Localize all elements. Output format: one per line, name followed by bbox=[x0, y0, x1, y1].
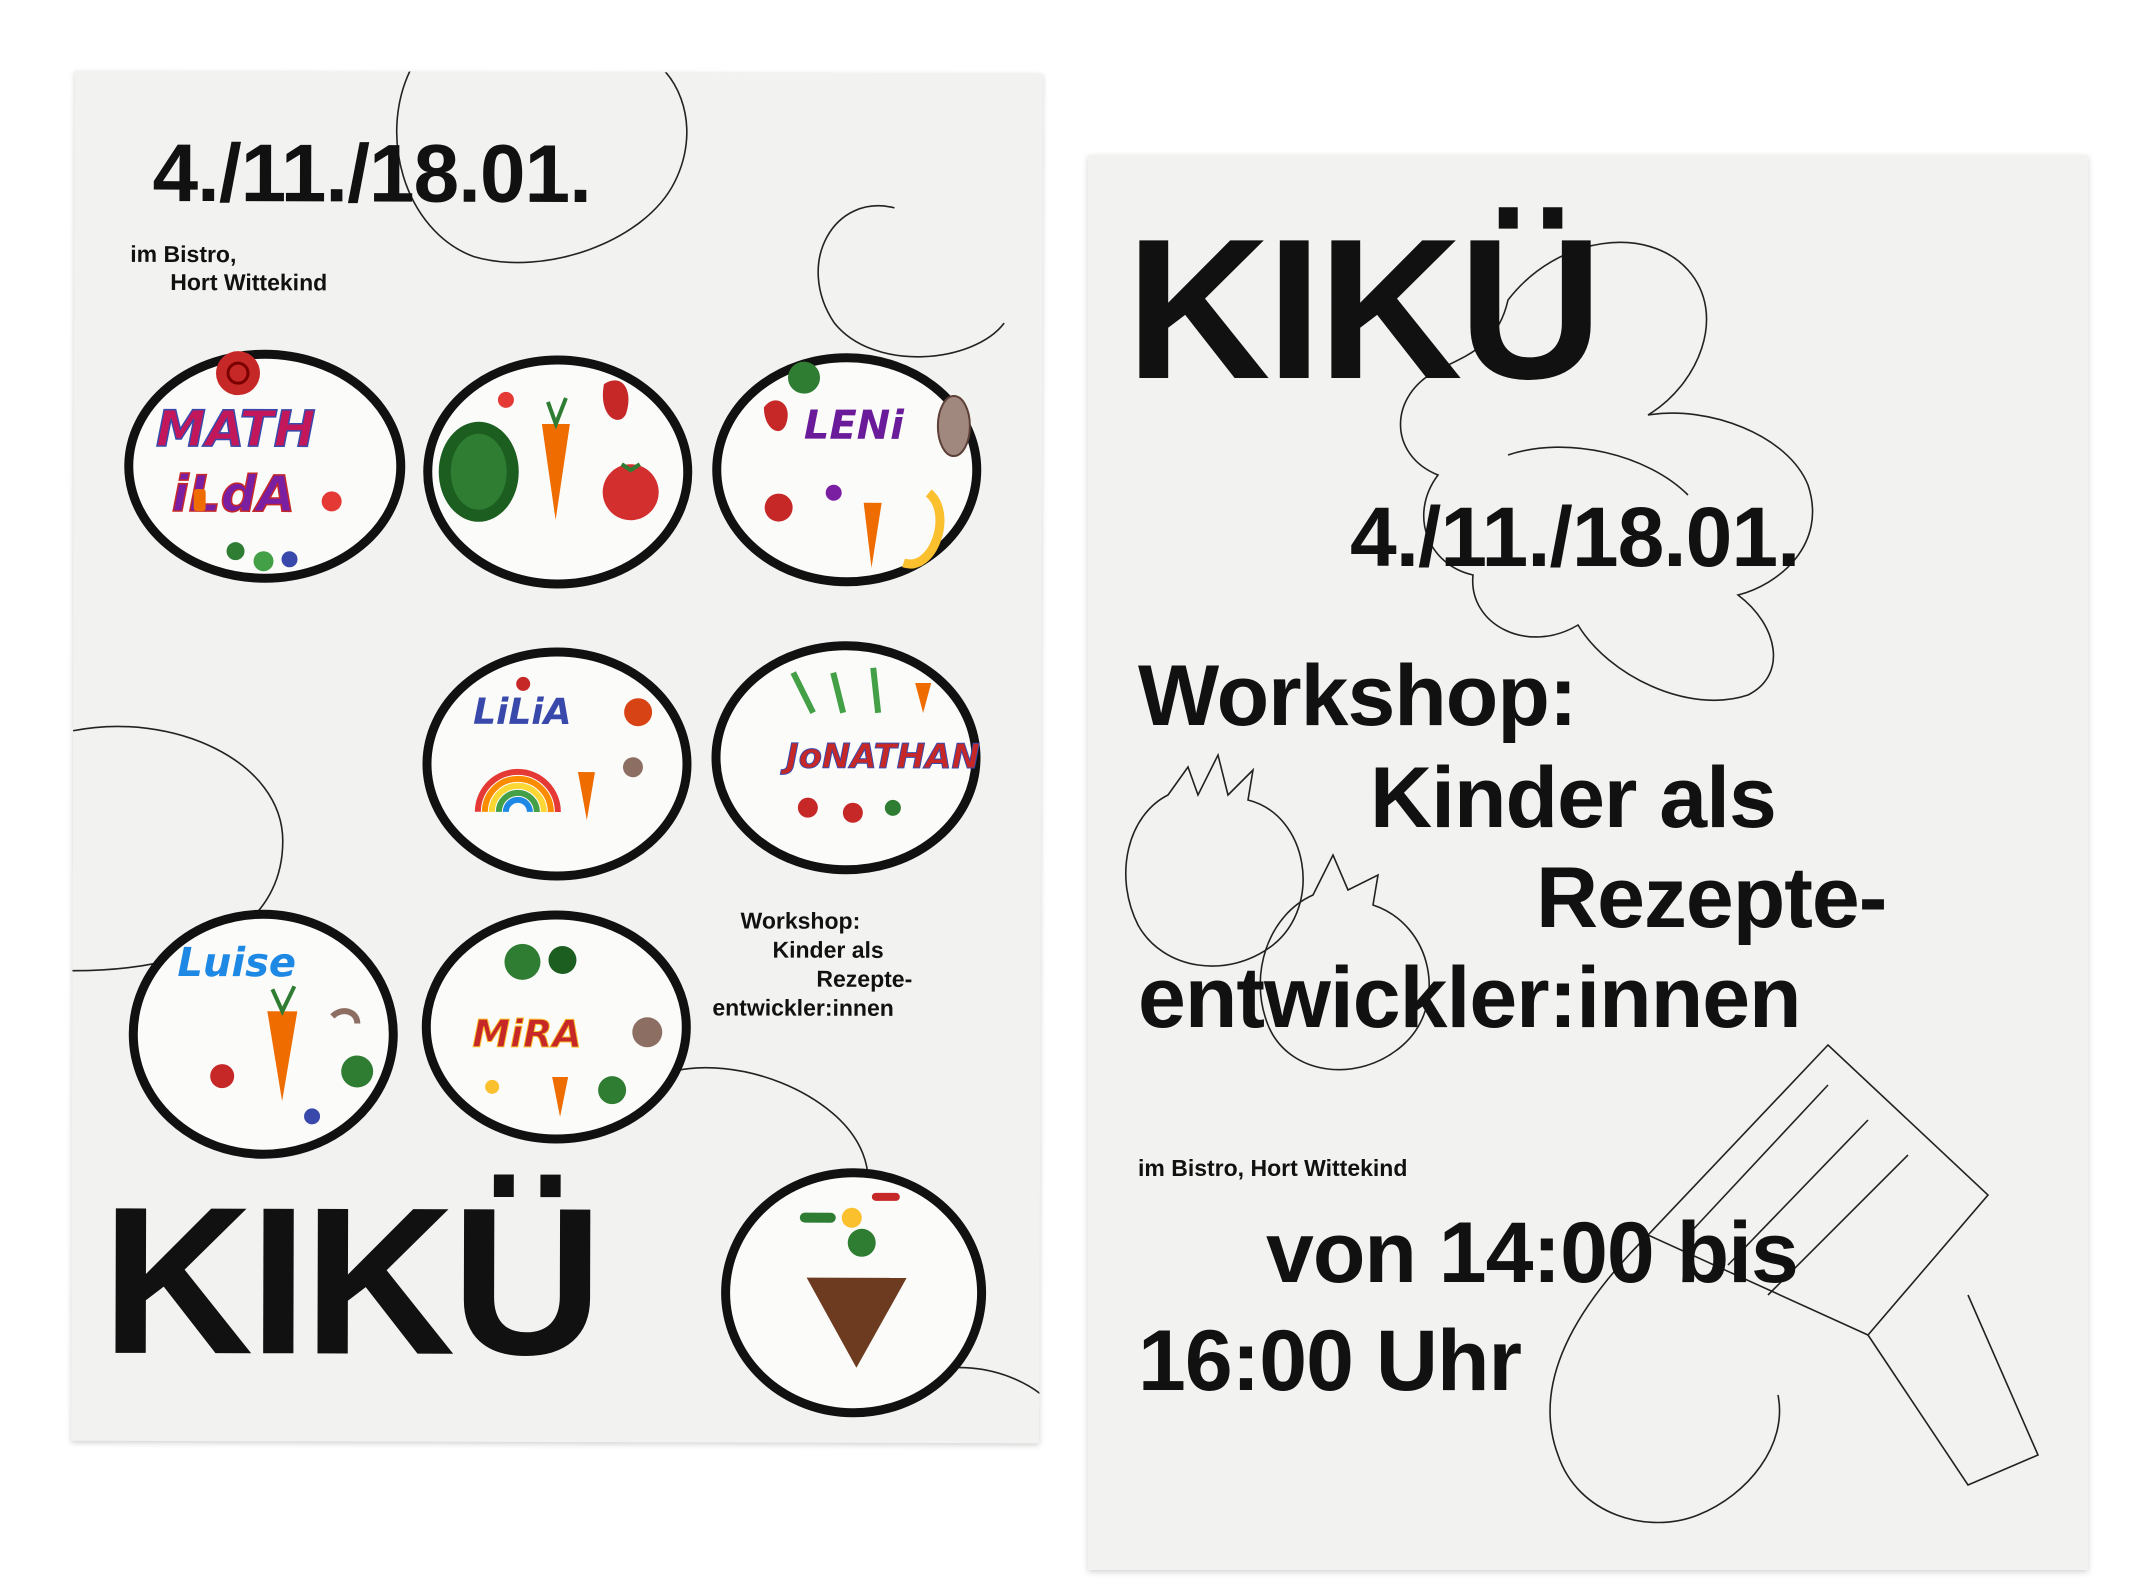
poster-right-location: im Bistro, Hort Wittekind bbox=[1138, 1155, 1408, 1181]
leaf-vein-line bbox=[1507, 446, 1689, 496]
svg-text:JoNATHAN: JoNATHAN bbox=[780, 737, 980, 778]
outline-curve bbox=[631, 1066, 869, 1254]
poster-right-workshop-line4: entwickler:innen bbox=[1138, 950, 1802, 1046]
poster-left: MATH iLdA LENi LiLiA JoNATHAN Luise MiRA… bbox=[71, 70, 1043, 1444]
pomegranate-outline-icon bbox=[1125, 752, 1304, 967]
outline-curve bbox=[890, 1366, 1043, 1404]
poster-left-workshop-line4: entwickler:innen bbox=[712, 994, 894, 1021]
svg-text:LiLiA: LiLiA bbox=[473, 692, 572, 733]
svg-text:MiRA: MiRA bbox=[472, 1012, 582, 1056]
poster-right-dates: 4./11./18.01. bbox=[1350, 490, 1800, 584]
poster-right-time-line1: von 14:00 bis bbox=[1266, 1205, 1799, 1301]
svg-text:Luise: Luise bbox=[177, 940, 296, 986]
handle-outline-icon bbox=[1867, 1294, 2040, 1486]
outline-curve bbox=[817, 205, 1005, 358]
plate-vegetables bbox=[423, 355, 693, 589]
svg-text:MATH: MATH bbox=[156, 400, 316, 458]
poster-left-dates: 4./11./18.01. bbox=[152, 127, 592, 221]
poster-left-title: KIKÜ bbox=[101, 1162, 600, 1400]
poster-left-workshop-line3: Rezepte- bbox=[816, 965, 913, 992]
plate-leni: LENi bbox=[712, 353, 982, 587]
plate-lilia: LiLiA bbox=[422, 647, 692, 881]
poster-left-workshop-line1: Workshop: bbox=[740, 907, 861, 934]
poster-right-title: KIKÜ bbox=[1126, 198, 1603, 421]
plate-mira: MiRA bbox=[421, 910, 691, 1144]
poster-right-workshop-line3: Rezepte- bbox=[1536, 850, 1887, 946]
poster-right: KIKÜ 4./11./18.01. Workshop: Kinder als … bbox=[1088, 155, 2088, 1570]
poster-left-location-line1: im Bistro, bbox=[130, 240, 237, 268]
plate-soil bbox=[721, 1168, 987, 1418]
plate-luise: Luise bbox=[128, 909, 398, 1159]
poster-right-time-line2: 16:00 Uhr bbox=[1138, 1313, 1522, 1409]
outline-curve bbox=[72, 725, 284, 972]
svg-text:LENi: LENi bbox=[804, 403, 905, 449]
plate-mathilda: MATH iLdA bbox=[124, 349, 406, 583]
poster-left-workshop-line2: Kinder als bbox=[772, 936, 884, 963]
svg-text:iLdA: iLdA bbox=[172, 465, 296, 523]
poster-right-workshop-line1: Workshop: bbox=[1138, 648, 1578, 744]
poster-left-location-line2: Hort Wittekind bbox=[170, 268, 328, 296]
plate-jonathan: JoNATHAN bbox=[711, 641, 981, 875]
poster-right-workshop-line2: Kinder als bbox=[1370, 750, 1777, 846]
